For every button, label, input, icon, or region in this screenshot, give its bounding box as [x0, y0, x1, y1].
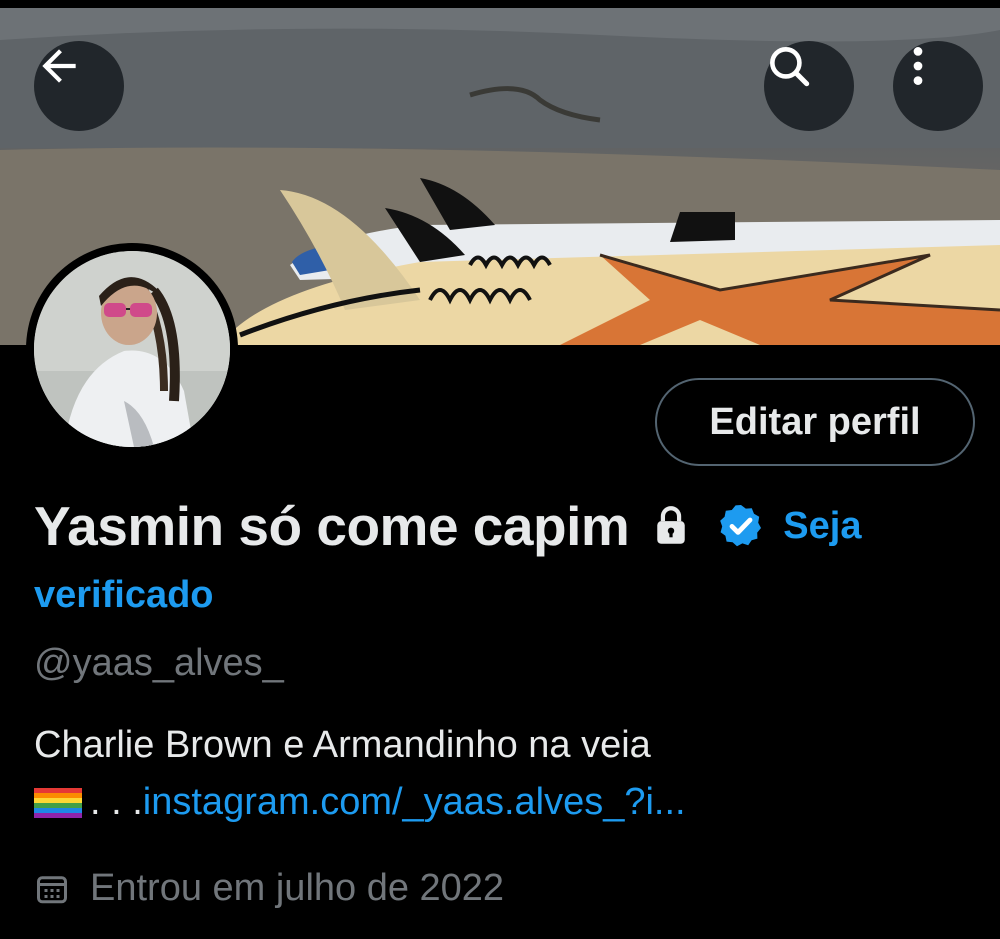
avatar-border[interactable] — [26, 243, 238, 455]
bio-text: Charlie Brown e Armandinho na veia — [34, 724, 651, 766]
name-row: Yasmin só come capim Seja — [34, 494, 984, 558]
username-handle: @yaas_alves_ — [34, 642, 284, 684]
avatar[interactable] — [34, 251, 230, 447]
lock-icon — [651, 505, 691, 547]
get-verified-link-part1[interactable]: Seja — [783, 505, 861, 548]
get-verified-link-part2[interactable]: verificado — [34, 574, 214, 617]
search-button[interactable] — [764, 41, 854, 131]
bio-second-line: . . . instagram.com/_yaas.alves_?i... — [34, 781, 686, 824]
calendar-icon — [34, 871, 70, 907]
edit-profile-button[interactable]: Editar perfil — [655, 378, 975, 466]
bio-instagram-link[interactable]: instagram.com/_yaas.alves_?i... — [143, 781, 686, 824]
joined-date: Entrou em julho de 2022 — [34, 867, 504, 910]
back-button[interactable] — [34, 41, 124, 131]
display-name: Yasmin só come capim — [34, 495, 630, 557]
verified-badge-icon[interactable] — [717, 502, 765, 550]
bio-ellipsis: . . . — [90, 781, 143, 823]
arrow-left-icon — [42, 49, 76, 83]
avatar-image — [34, 251, 230, 447]
joined-date-text: Entrou em julho de 2022 — [90, 867, 505, 909]
more-options-button[interactable] — [893, 41, 983, 131]
search-icon — [770, 47, 810, 87]
rainbow-flag-icon — [34, 786, 82, 820]
more-vertical-icon — [913, 47, 923, 85]
